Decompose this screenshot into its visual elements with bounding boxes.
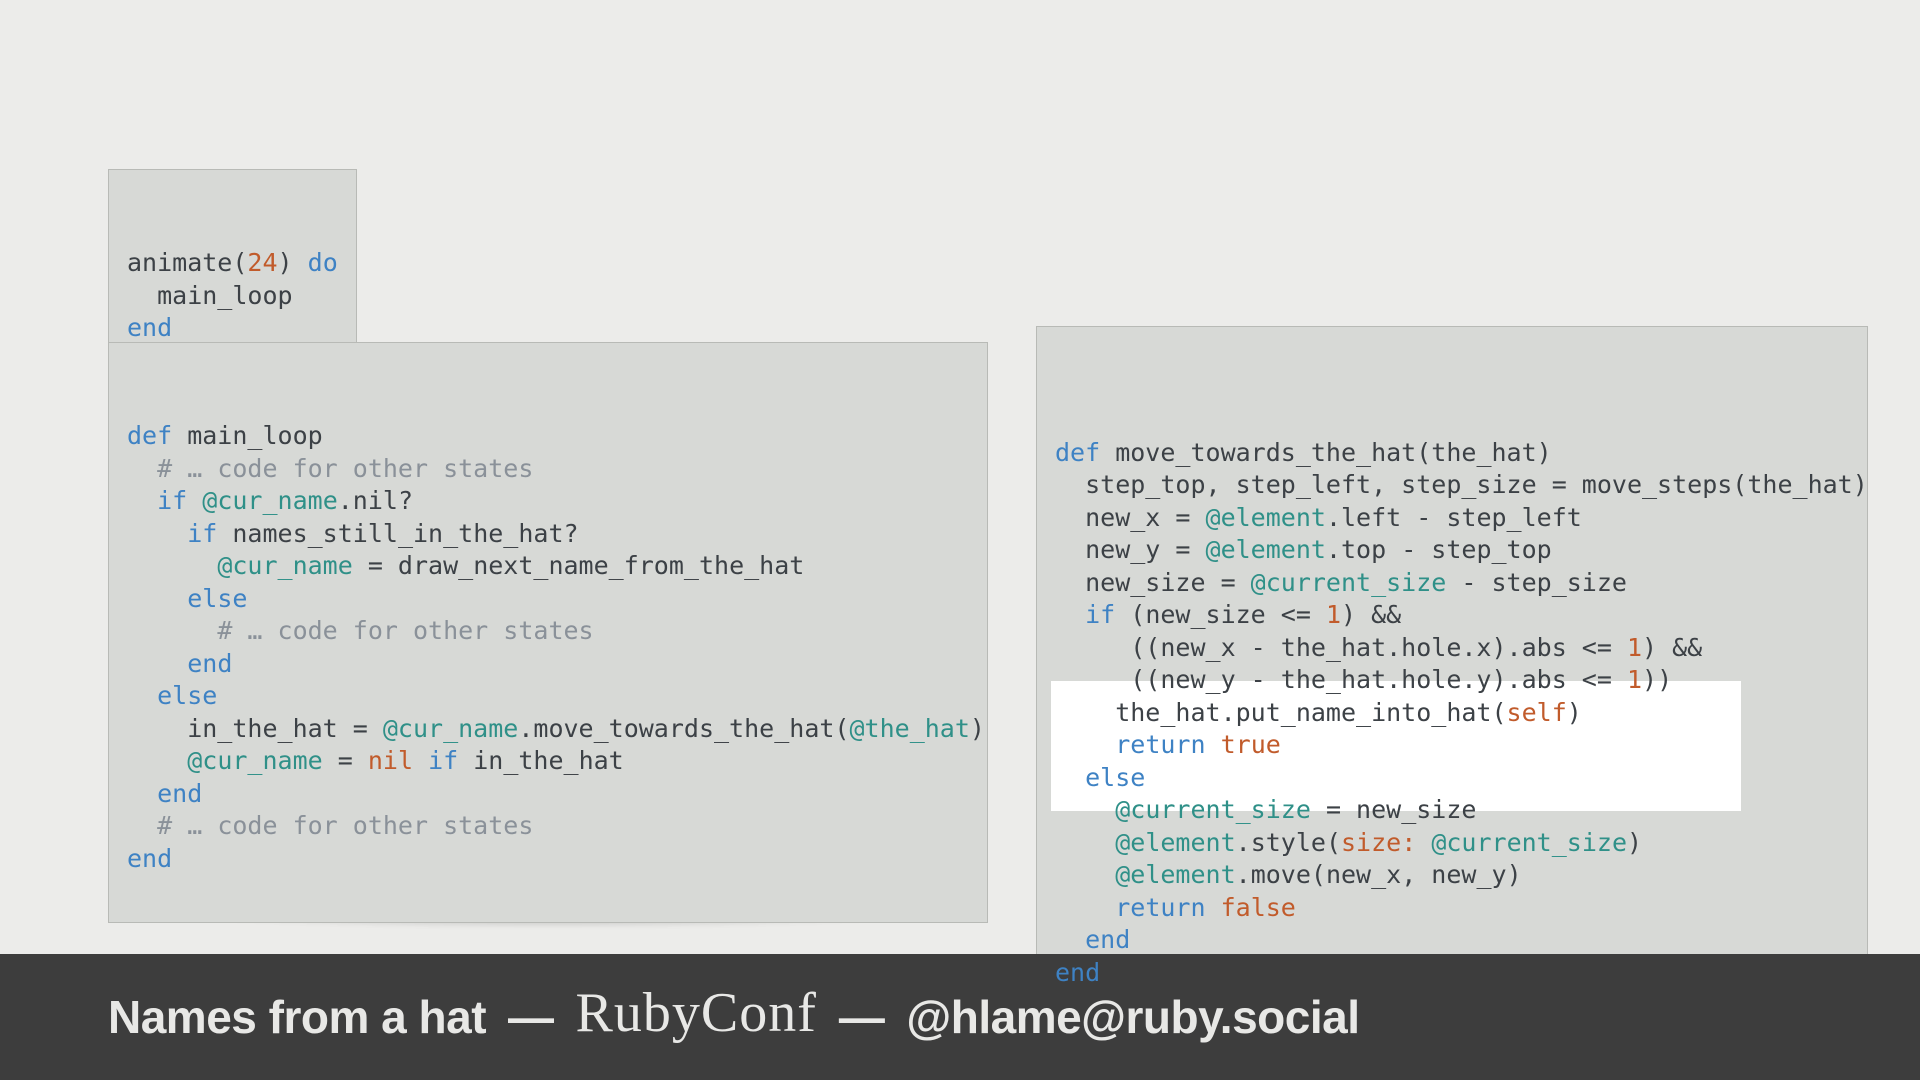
code-block: animate(24) do main_loop end [127,247,338,345]
code-card-main-loop: def main_loop # … code for other states … [108,342,988,923]
code-block: def main_loop # … code for other states … [127,420,969,875]
footer-title: Names from a hat [108,990,486,1044]
code-block: def move_towards_the_hat(the_hat) step_t… [1055,437,1849,990]
rubyconf-logo: RubyConf [576,981,817,1045]
footer-handle: @hlame@ruby.social [906,990,1359,1044]
footer-separator: — [839,990,885,1044]
footer-separator: — [508,990,554,1044]
code-card-move-towards: def move_towards_the_hat(the_hat) step_t… [1036,326,1868,1037]
